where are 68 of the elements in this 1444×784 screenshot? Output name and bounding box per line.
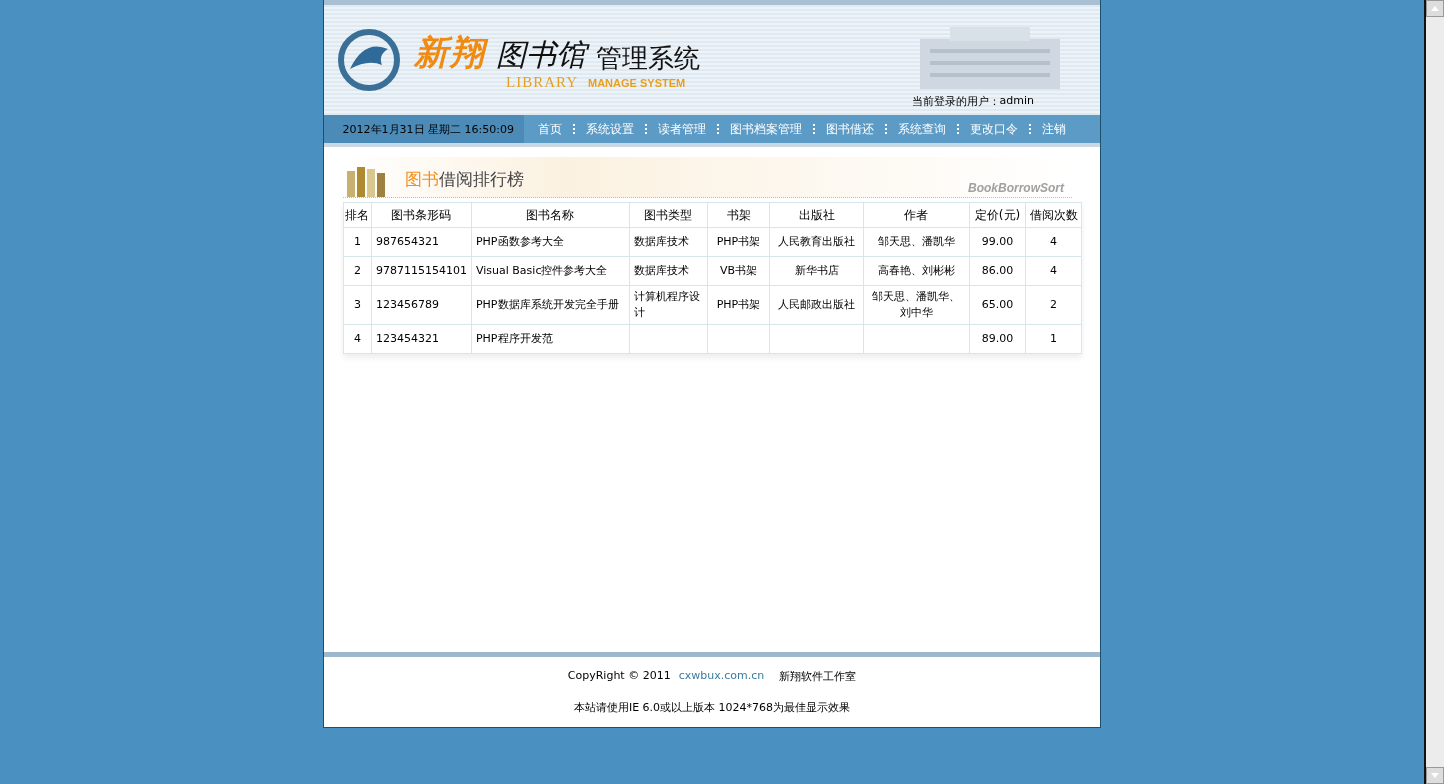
table-cell: PHP程序开发范 bbox=[471, 324, 630, 354]
table-cell: 99.00 bbox=[969, 227, 1026, 257]
nav-link[interactable]: 系统查询 bbox=[896, 120, 948, 138]
scroll-down-button[interactable] bbox=[1426, 767, 1444, 784]
studio-name: 新翔软件工作室 bbox=[778, 669, 857, 684]
nav-link[interactable]: 注销 bbox=[1040, 120, 1068, 138]
table-cell: Visual Basic控件参考大全 bbox=[471, 256, 630, 286]
table-cell: 86.00 bbox=[969, 256, 1026, 286]
table-cell: 新华书店 bbox=[769, 256, 864, 286]
current-user-label: 当前登录的用户： bbox=[911, 94, 1000, 109]
section-title-highlight: 图书 bbox=[405, 168, 439, 191]
section-subtitle: BookBorrowSort bbox=[968, 181, 1064, 195]
table-cell: 计算机程序设计 bbox=[629, 285, 708, 325]
column-header: 图书条形码 bbox=[371, 202, 472, 228]
column-header: 图书类型 bbox=[629, 202, 708, 228]
current-user-name: admin bbox=[999, 94, 1034, 109]
column-header: 图书名称 bbox=[471, 202, 630, 228]
browser-note: 本站请使用IE 6.0或以上版本 1024*768为最佳显示效果 bbox=[573, 700, 851, 715]
section-title: 借阅排行榜 bbox=[439, 168, 524, 191]
table-cell: 1 bbox=[343, 227, 372, 257]
table-cell: 数据库技术 bbox=[629, 227, 708, 257]
table-cell: 987654321 bbox=[371, 227, 472, 257]
table-cell: PHP书架 bbox=[707, 227, 770, 257]
brand-english-subtitle: MANAGE SYSTEM bbox=[588, 76, 686, 89]
table-cell: 9787115154101 bbox=[371, 256, 472, 286]
table-cell: 65.00 bbox=[969, 285, 1026, 325]
nav-link[interactable]: 首页 bbox=[536, 120, 564, 138]
site-link[interactable]: cxwbux.com.cn bbox=[678, 669, 765, 684]
column-header: 排名 bbox=[343, 202, 372, 228]
table-cell: 2 bbox=[343, 256, 372, 286]
table-cell: 人民教育出版社 bbox=[769, 227, 864, 257]
nav-link[interactable]: 系统设置 bbox=[584, 120, 636, 138]
table-cell: 89.00 bbox=[969, 324, 1026, 354]
table-cell: 邹天思、潘凯华、刘中华 bbox=[863, 285, 970, 325]
table-cell: 1 bbox=[1025, 324, 1082, 354]
column-header: 定价(元) bbox=[969, 202, 1026, 228]
column-header: 书架 bbox=[707, 202, 770, 228]
table-cell: PHP数据库系统开发完全手册 bbox=[471, 285, 630, 325]
table-cell: 高春艳、刘彬彬 bbox=[863, 256, 970, 286]
table-cell: 2 bbox=[1025, 285, 1082, 325]
table-cell: 123456789 bbox=[371, 285, 472, 325]
nav-link[interactable]: 图书档案管理 bbox=[728, 120, 804, 138]
table-cell: 4 bbox=[1025, 256, 1082, 286]
bird-logo-icon bbox=[338, 29, 400, 91]
table-cell: VB书架 bbox=[707, 256, 770, 286]
table-cell: PHP函数参考大全 bbox=[471, 227, 630, 257]
up-arrow-icon bbox=[1431, 6, 1439, 11]
table-cell: PHP书架 bbox=[707, 285, 770, 325]
table-cell: 4 bbox=[1025, 227, 1082, 257]
nav-link[interactable]: 更改口令 bbox=[968, 120, 1020, 138]
table-cell: 数据库技术 bbox=[629, 256, 708, 286]
column-header: 借阅次数 bbox=[1025, 202, 1082, 228]
nav-link[interactable]: 图书借还 bbox=[824, 120, 876, 138]
scroll-bar[interactable] bbox=[1424, 0, 1444, 784]
brand-english: LIBRARY bbox=[506, 73, 578, 91]
table-cell: 人民邮政出版社 bbox=[769, 285, 864, 325]
table-cell: 3 bbox=[343, 285, 372, 325]
nav-link[interactable]: 读者管理 bbox=[656, 120, 708, 138]
column-header: 出版社 bbox=[769, 202, 864, 228]
table-cell: 邹天思、潘凯华 bbox=[863, 227, 970, 257]
scroll-up-button[interactable] bbox=[1426, 0, 1444, 17]
table-cell: 4 bbox=[343, 324, 372, 354]
down-arrow-icon bbox=[1431, 773, 1439, 778]
column-header: 作者 bbox=[863, 202, 970, 228]
table-cell: 123454321 bbox=[371, 324, 472, 354]
copyright-text: CopyRight © 2011 bbox=[567, 669, 671, 684]
brand-subtitle: 管理系统 bbox=[596, 41, 700, 75]
date-time: 2012年1月31日 星期二 16:50:09 bbox=[342, 121, 514, 137]
